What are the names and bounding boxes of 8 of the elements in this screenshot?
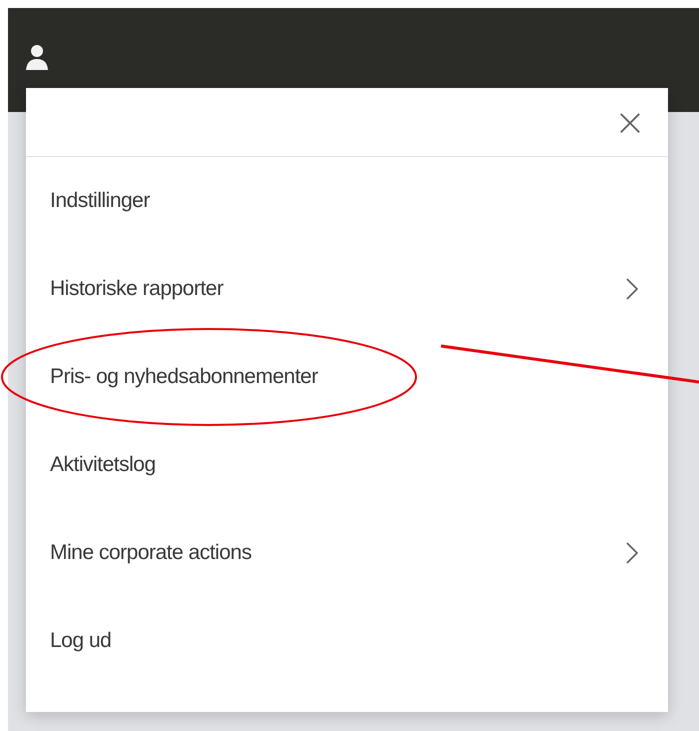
user-icon[interactable] (26, 44, 48, 70)
close-button[interactable]: × (610, 103, 650, 141)
menu-item[interactable]: Indstillinger (26, 157, 668, 245)
menu-item[interactable]: Log ud (26, 597, 668, 685)
menu-item[interactable]: Mine corporate actions (26, 509, 668, 597)
menu-item[interactable]: Pris- og nyhedsabonnementer (26, 333, 668, 421)
menu-item[interactable]: Historiske rapporter (26, 245, 668, 333)
menu-item[interactable]: Aktivitetslog (26, 421, 668, 509)
